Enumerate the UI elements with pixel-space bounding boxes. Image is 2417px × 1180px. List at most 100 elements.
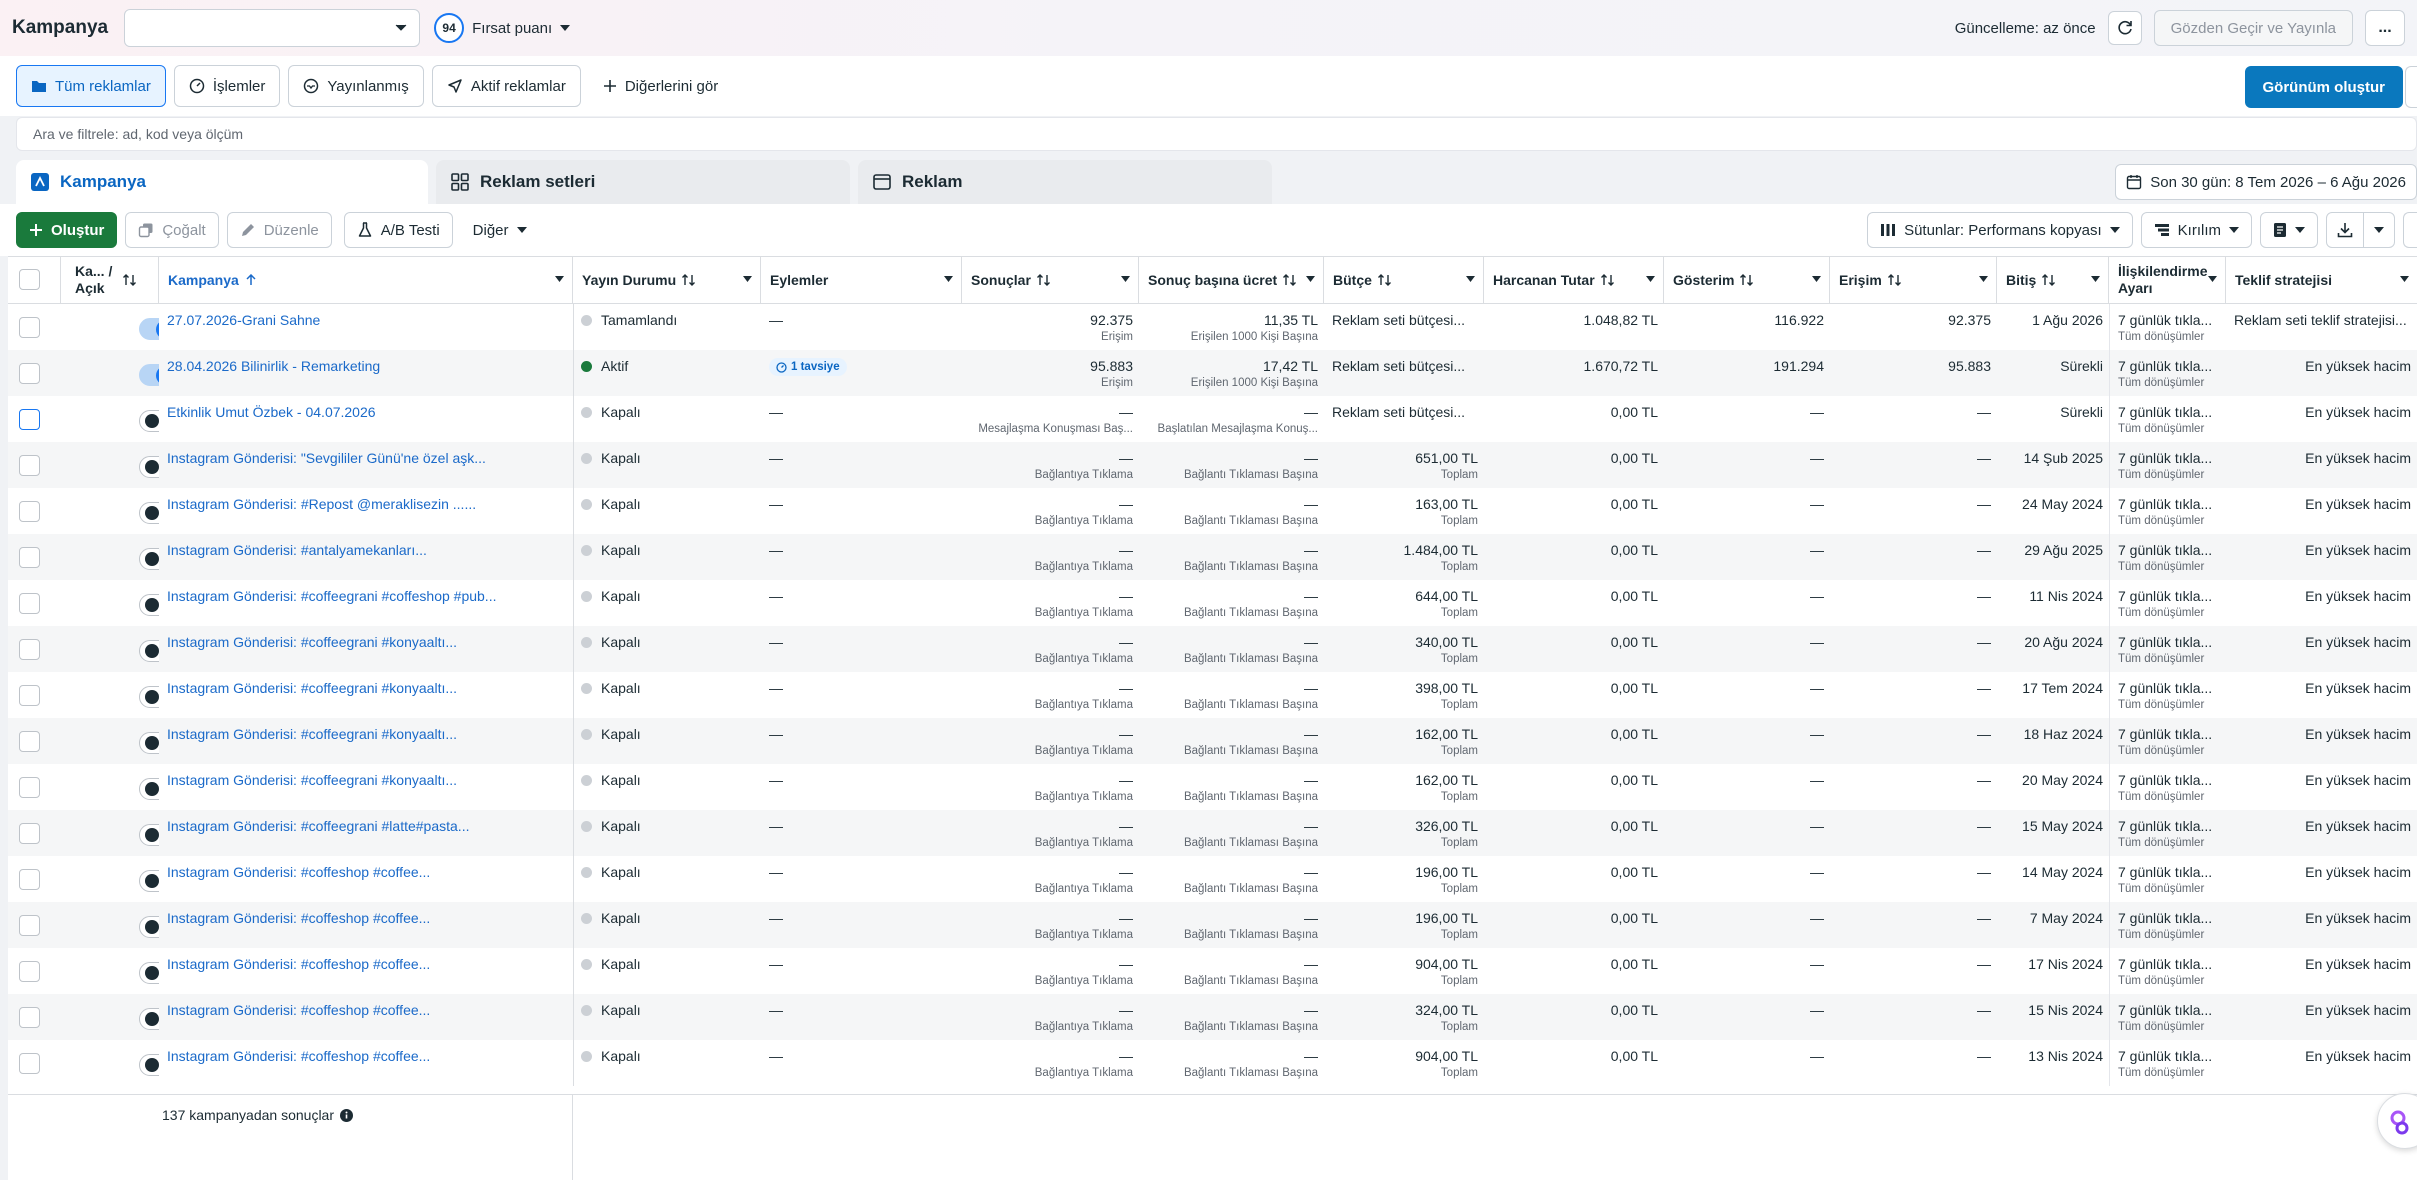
row-checkbox[interactable] [19,685,40,706]
header-campaign[interactable]: Kampanya [159,257,573,303]
campaign-name-link[interactable]: Instagram Gönderisi: #coffeegrani #konya… [167,726,457,742]
ab-test-button[interactable]: A/B Testi [343,212,453,248]
date-range-picker[interactable]: Son 30 gün: 8 Tem 2026 – 6 Ağu 2026 [2115,164,2417,200]
row-checkbox[interactable] [19,915,40,936]
view-actions[interactable]: İşlemler [173,65,281,107]
view-active-ads[interactable]: Aktif reklamlar [431,65,581,107]
tab-adsets[interactable]: Reklam setleri [436,160,850,204]
table-row[interactable]: Etkinlik Umut Özbek - 04.07.2026 Kapalı — —… [8,396,2417,442]
table-row[interactable]: Instagram Gönderisi: #antalyamekanları..… [8,534,2417,580]
table-row[interactable]: 28.04.2026 Bilinirlik - Remarketing Aktif… [8,350,2417,396]
campaign-name-link[interactable]: Instagram Gönderisi: #coffeshop #coffee.… [167,956,430,972]
table-row[interactable]: Instagram Gönderisi: #Repost @meraklisez… [8,488,2417,534]
export-button[interactable] [2326,212,2364,248]
campaign-toggle[interactable] [139,594,159,616]
recommendation-badge[interactable]: 1 tavsiye [769,358,847,376]
campaign-toggle[interactable] [139,1008,159,1030]
row-checkbox[interactable] [19,593,40,614]
header-attribution[interactable]: İlişkilendirme Ayarı [2109,257,2226,303]
campaign-toggle[interactable] [139,732,159,754]
edit-button[interactable]: Düzenle [226,212,332,248]
campaign-name-link[interactable]: Instagram Gönderisi: "Sevgililer Günü'ne… [167,450,486,466]
header-reach[interactable]: Erişim [1830,257,1997,303]
table-row[interactable]: Instagram Gönderisi: #coffeshop #coffee.… [8,948,2417,994]
header-results[interactable]: Sonuçlar [962,257,1139,303]
view-see-more[interactable]: Diğerlerini gör [588,65,733,107]
header-bid-strategy[interactable]: Teklif stratejisi [2226,257,2417,303]
table-row[interactable]: Instagram Gönderisi: #coffeshop #coffee.… [8,1040,2417,1086]
campaign-toggle[interactable] [139,640,159,662]
row-checkbox[interactable] [19,455,40,476]
create-view-button[interactable]: Görünüm oluştur [2244,66,2403,108]
search-filter-input[interactable]: Ara ve filtrele: ad, kod veya ölçüm [16,117,2417,151]
table-row[interactable]: Instagram Gönderisi: #coffeegrani #konya… [8,626,2417,672]
campaign-name-link[interactable]: Instagram Gönderisi: #coffeshop #coffee.… [167,1002,430,1018]
row-checkbox[interactable] [19,409,40,430]
table-row[interactable]: Instagram Gönderisi: #coffeegrani #coffe… [8,580,2417,626]
campaign-toggle[interactable] [139,824,159,846]
header-delivery[interactable]: Yayın Durumu [573,257,761,303]
campaign-toggle[interactable] [139,364,159,386]
campaign-name-link[interactable]: Instagram Gönderisi: #coffeegrani #konya… [167,680,457,696]
campaign-toggle[interactable] [139,456,159,478]
row-checkbox[interactable] [19,501,40,522]
other-dropdown[interactable]: Diğer [460,212,539,248]
campaign-toggle[interactable] [139,870,159,892]
duplicate-button[interactable]: Çoğalt [125,212,219,248]
table-row[interactable]: Instagram Gönderisi: #coffeshop #coffee.… [8,994,2417,1040]
header-cost-per-result[interactable]: Sonuç başına ücret [1139,257,1324,303]
campaign-toggle[interactable] [139,318,159,340]
campaign-toggle[interactable] [139,548,159,570]
table-row[interactable]: Instagram Gönderisi: "Sevgililer Günü'ne… [8,442,2417,488]
row-checkbox[interactable] [19,731,40,752]
row-checkbox[interactable] [19,961,40,982]
tab-ads[interactable]: Reklam [858,160,1272,204]
create-view-menu-edge[interactable] [2405,66,2417,108]
campaign-name-link[interactable]: Instagram Gönderisi: #coffeegrani #coffe… [167,588,496,604]
header-toggle[interactable]: Ka... / Açık [61,257,159,303]
campaign-toggle[interactable] [139,962,159,984]
campaign-name-link[interactable]: 27.07.2026-Grani Sahne [167,312,320,328]
row-checkbox[interactable] [19,869,40,890]
table-row[interactable]: Instagram Gönderisi: #coffeegrani #konya… [8,672,2417,718]
row-checkbox[interactable] [19,777,40,798]
campaign-toggle[interactable] [139,778,159,800]
table-row[interactable]: Instagram Gönderisi: #coffeshop #coffee.… [8,902,2417,948]
row-checkbox[interactable] [19,547,40,568]
campaign-select[interactable] [124,9,421,47]
campaign-name-link[interactable]: Instagram Gönderisi: #coffeshop #coffee.… [167,910,430,926]
campaign-name-link[interactable]: Instagram Gönderisi: #antalyamekanları..… [167,542,427,558]
reports-dropdown[interactable] [2260,212,2318,248]
campaign-toggle[interactable] [139,502,159,524]
header-impressions[interactable]: Gösterim [1664,257,1830,303]
export-dropdown[interactable] [2363,212,2395,248]
table-row[interactable]: Instagram Gönderisi: #coffeshop #coffee.… [8,856,2417,902]
row-checkbox[interactable] [19,363,40,384]
select-all-checkbox[interactable] [19,269,40,290]
row-checkbox[interactable] [19,317,40,338]
header-budget[interactable]: Bütçe [1324,257,1484,303]
campaign-name-link[interactable]: Instagram Gönderisi: #coffeegrani #konya… [167,772,457,788]
campaign-name-link[interactable]: Instagram Gönderisi: #Repost @meraklisez… [167,496,476,512]
view-all-ads[interactable]: Tüm reklamlar [16,65,166,107]
table-row[interactable]: Instagram Gönderisi: #coffeegrani #latte… [8,810,2417,856]
row-checkbox[interactable] [19,639,40,660]
row-checkbox[interactable] [19,823,40,844]
campaign-name-link[interactable]: Etkinlik Umut Özbek - 04.07.2026 [167,404,376,420]
opportunity-score[interactable]: 94 Fırsat puanı [434,13,571,43]
view-published[interactable]: Yayınlanmış [288,65,424,107]
header-select-all[interactable] [8,257,61,303]
more-options-button[interactable]: ... [2365,10,2405,46]
header-actions[interactable]: Eylemler [761,257,962,303]
table-row[interactable]: Instagram Gönderisi: #coffeegrani #konya… [8,764,2417,810]
breakdown-dropdown[interactable]: Kırılım [2140,212,2252,248]
columns-dropdown[interactable]: Sütunlar: Performans kopyası [1867,212,2133,248]
tab-campaign[interactable]: Kampanya [16,160,428,204]
ai-assistant-button[interactable] [2377,1093,2417,1149]
header-amount-spent[interactable]: Harcanan Tutar [1484,257,1664,303]
row-checkbox[interactable] [19,1007,40,1028]
campaign-toggle[interactable] [139,1054,159,1076]
overflow-button-edge[interactable] [2403,212,2417,248]
create-button[interactable]: Oluştur [16,212,118,248]
row-checkbox[interactable] [19,1053,40,1074]
